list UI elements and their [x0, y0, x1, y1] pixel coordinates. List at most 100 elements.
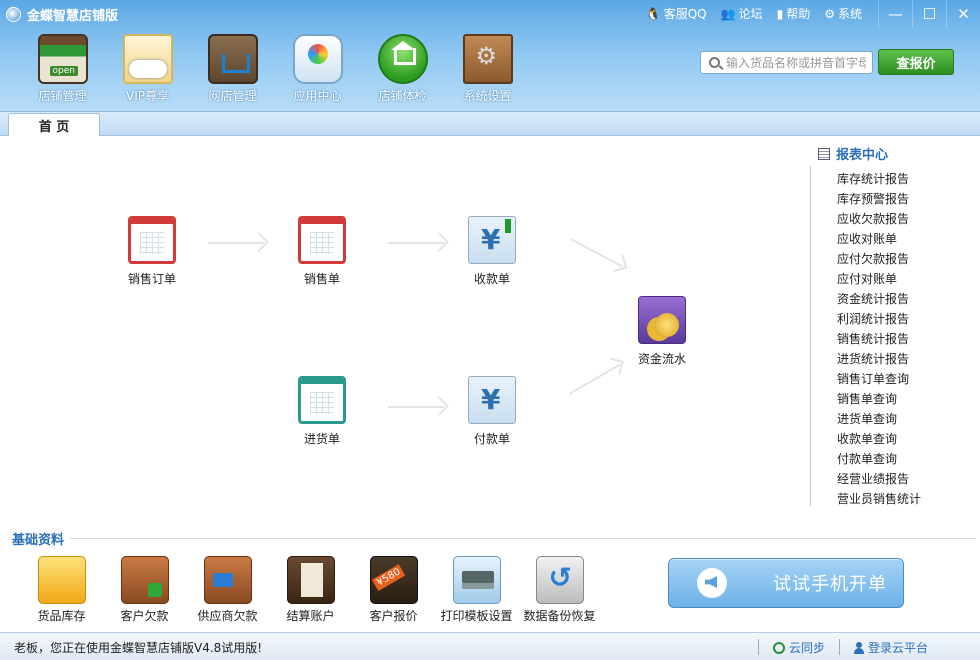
top-link-help[interactable]: ▮ 帮助 [777, 5, 811, 22]
app-bag-icon [292, 34, 343, 84]
report-item[interactable]: 利润统计报告 [811, 309, 980, 329]
report-item[interactable]: 经营业绩报告 [811, 469, 980, 489]
basic-data-title: 基础资料 [12, 529, 71, 548]
flow-receipt[interactable]: 收款单 [452, 216, 532, 287]
wallet-in-icon [120, 556, 169, 604]
status-actions: 云同步 登录云平台 [757, 639, 928, 656]
user-icon [853, 641, 864, 654]
arrow-right-icon [388, 242, 444, 244]
report-icon [818, 147, 830, 160]
flow-label: 付款单 [473, 432, 510, 446]
basic-supplier-debt[interactable]: 供应商欠款 [186, 556, 269, 624]
nav-vip[interactable]: VIP尊享 [105, 34, 190, 104]
top-link-system-label: 系统 [837, 7, 862, 21]
close-button[interactable]: ✕ [946, 0, 980, 28]
cart-icon [207, 34, 258, 84]
nav-app-center[interactable]: 应用中心 [275, 34, 360, 104]
basic-item-label: 货品库存 [37, 609, 86, 623]
toolbox-icon [462, 34, 513, 84]
flow-purchase[interactable]: 进货单 [282, 376, 362, 447]
section-divider [12, 538, 976, 539]
basic-item-label: 客户欠款 [120, 609, 169, 623]
nav-label: 应用中心 [293, 89, 342, 103]
search-box [700, 51, 873, 74]
basic-print-template[interactable]: 打印模板设置 [435, 556, 518, 624]
report-item[interactable]: 库存预警报告 [811, 189, 980, 209]
nav-store-checkup[interactable]: 店铺体检 [360, 34, 445, 104]
basic-settlement-account[interactable]: 结算账户 [269, 556, 352, 624]
basic-goods-inventory[interactable]: 货品库存 [20, 556, 103, 624]
top-link-qq-label: 客服QQ [663, 7, 707, 21]
basic-customer-debt[interactable]: 客户欠款 [103, 556, 186, 624]
nav-store-management[interactable]: 店铺管理 [20, 34, 105, 104]
nav-system-settings[interactable]: 系统设置 [445, 34, 530, 104]
tab-bar: 首 页 [0, 112, 980, 136]
report-center-title-text: 报表中心 [836, 148, 889, 163]
flow-label: 进货单 [303, 432, 340, 446]
basic-customer-quote[interactable]: 客户报价 [352, 556, 435, 624]
mobile-button-label: 试试手机开单 [773, 574, 887, 595]
window-controls: — ☐ ✕ [878, 0, 980, 28]
main-nav: 店铺管理 VIP尊享 网店管理 应用中心 店铺体检 系统设置 [20, 34, 530, 104]
login-cloud-label: 登录云平台 [867, 641, 928, 655]
flow-sales-bill[interactable]: 销售单 [282, 216, 362, 287]
report-item[interactable]: 进货统计报告 [811, 349, 980, 369]
title-bar-header: 金蝶智慧店铺版 🐧 客服QQ 👥 论坛 ▮ 帮助 ⚙ 系统 — ☐ ✕ 店铺管理 [0, 0, 980, 112]
basic-item-label: 供应商欠款 [197, 609, 258, 623]
report-item[interactable]: 付款单查询 [811, 449, 980, 469]
top-link-forum-label: 论坛 [738, 7, 763, 21]
nav-online-shop[interactable]: 网店管理 [190, 34, 275, 104]
report-item[interactable]: 库存统计报告 [811, 169, 980, 189]
flow-payment[interactable]: 付款单 [452, 376, 532, 447]
arrow-right-icon [388, 406, 444, 408]
report-item[interactable]: 应收欠款报告 [811, 209, 980, 229]
separator [838, 639, 840, 655]
app-title: 金蝶智慧店铺版 [6, 4, 118, 24]
search-input[interactable] [726, 55, 866, 70]
flow-cash-flow[interactable]: 资金流水 [622, 296, 702, 367]
report-item[interactable]: 应付欠款报告 [811, 249, 980, 269]
basic-data-backup[interactable]: 数据备份恢复 [518, 556, 601, 624]
gear-icon: ⚙ [824, 6, 835, 21]
report-item[interactable]: 应收对账单 [811, 229, 980, 249]
report-item[interactable]: 收款单查询 [811, 429, 980, 449]
maximize-button[interactable]: ☐ [912, 0, 946, 28]
clipboard-icon [298, 376, 346, 424]
report-center: 报表中心 库存统计报告 库存预警报告 应收欠款报告 应收对账单 应付欠款报告 应付对账单资… [810, 144, 980, 506]
people-icon: 👥 [720, 6, 736, 21]
report-item[interactable]: 资金统计报告 [811, 289, 980, 309]
report-item[interactable]: 营业员销售统计 [811, 489, 980, 509]
flow-label: 收款单 [473, 272, 510, 286]
status-bar: 老板，您正在使用金蝶智慧店铺版V4.8试用版! 云同步 登录云平台 [0, 632, 980, 660]
report-item[interactable]: 销售统计报告 [811, 329, 980, 349]
arrow-up-right-icon [569, 363, 621, 395]
top-link-qq[interactable]: 🐧 客服QQ [646, 5, 707, 22]
top-link-forum[interactable]: 👥 论坛 [721, 5, 763, 22]
flow-sales-order[interactable]: 销售订单 [112, 216, 192, 287]
login-cloud-link[interactable]: 登录云平台 [853, 639, 928, 656]
tab-home[interactable]: 首 页 [8, 113, 100, 136]
clipboard-icon [128, 216, 176, 264]
yen-receipt-icon [468, 216, 516, 264]
arrow-down-right-icon [570, 238, 624, 268]
try-mobile-billing-button[interactable]: 试试手机开单 [668, 558, 904, 608]
ledger-icon [286, 556, 335, 604]
top-link-system[interactable]: ⚙ 系统 [824, 5, 862, 22]
price-tag-icon [369, 556, 418, 604]
nav-label: 店铺管理 [38, 89, 87, 103]
megaphone-icon [697, 568, 727, 598]
check-price-button[interactable]: 查报价 [878, 49, 954, 75]
report-item[interactable]: 进货单查询 [811, 409, 980, 429]
basic-item-label: 客户报价 [369, 609, 418, 623]
vip-card-icon [122, 34, 173, 84]
wallet-out-icon [203, 556, 252, 604]
search-icon [709, 57, 720, 68]
flow-label: 销售订单 [127, 272, 176, 286]
status-text: 老板，您正在使用金蝶智慧店铺版V4.8试用版! [14, 641, 263, 655]
boxes-icon [37, 556, 86, 604]
report-item[interactable]: 销售订单查询 [811, 369, 980, 389]
minimize-button[interactable]: — [878, 0, 912, 28]
cloud-sync-link[interactable]: 云同步 [772, 639, 825, 656]
report-item[interactable]: 销售单查询 [811, 389, 980, 409]
report-item[interactable]: 应付对账单 [811, 269, 980, 289]
